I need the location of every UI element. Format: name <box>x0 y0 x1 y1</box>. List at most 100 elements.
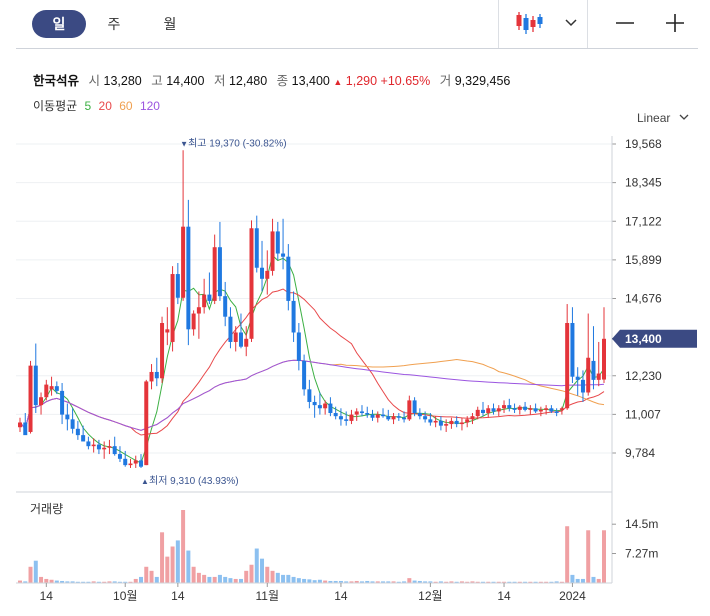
candle-down <box>275 231 280 254</box>
candle-up <box>170 274 175 342</box>
volume-bar <box>39 576 44 583</box>
candle-up <box>528 408 533 410</box>
candle-down <box>307 389 312 402</box>
candle-up <box>233 332 238 342</box>
candle-down <box>365 413 370 415</box>
candle-up <box>375 414 380 418</box>
candle-up <box>459 422 464 425</box>
price-tick-label: 18,345 <box>625 176 662 190</box>
candle-up <box>486 408 491 414</box>
candle-down <box>81 435 86 442</box>
candle-up <box>602 338 606 380</box>
price-tick-label: 14,676 <box>625 292 662 306</box>
candle-down <box>454 420 459 425</box>
volume-bar <box>570 574 575 583</box>
volume-bar <box>144 566 149 583</box>
price-tick-label: 9,784 <box>625 446 655 460</box>
candle-up <box>502 405 507 409</box>
candle-down <box>423 416 428 420</box>
candle-down <box>317 405 322 409</box>
volume-bar <box>596 578 601 583</box>
candle-down <box>286 256 291 301</box>
candle-up <box>323 403 328 409</box>
candle-down <box>281 253 286 257</box>
price-tick-label: 12,230 <box>625 369 662 383</box>
volume-bar <box>307 579 312 583</box>
candle-down <box>217 247 222 297</box>
candle-down <box>344 419 349 421</box>
volume-title: 거래량 <box>30 502 64 516</box>
volume-bar <box>302 578 307 583</box>
volume-bar <box>275 572 280 583</box>
candle-up <box>91 444 96 447</box>
volume-axis: 14.5m 7.27m <box>611 492 658 583</box>
candle-up <box>160 323 165 379</box>
volume-bar <box>223 576 228 583</box>
moving-average-lines <box>19 254 605 464</box>
candle-down <box>223 296 228 317</box>
candle-down <box>96 444 101 450</box>
volume-bar <box>580 578 585 583</box>
volume-bar <box>291 576 296 583</box>
candle-down <box>70 419 75 429</box>
candle-down <box>254 228 259 268</box>
date-tick-label: 14 <box>171 589 185 603</box>
candle-up <box>496 408 501 412</box>
volume-bar <box>286 574 291 583</box>
date-tick-label: 14 <box>334 589 348 603</box>
candle-down <box>491 408 496 412</box>
candle-up <box>102 447 107 450</box>
volume-bar <box>191 566 196 583</box>
volume-bar <box>296 578 301 583</box>
candle-down <box>438 420 443 426</box>
date-tick-label: 14 <box>40 589 54 603</box>
candle-down <box>60 390 65 415</box>
candle-up <box>107 446 112 448</box>
volume-bar <box>181 510 186 583</box>
volume-bar <box>133 578 138 583</box>
candle-up <box>49 386 54 390</box>
candle-up <box>596 373 601 380</box>
candle-down <box>228 316 233 342</box>
candle-down <box>312 401 317 406</box>
candle-down <box>549 408 554 412</box>
candle-down <box>386 416 391 420</box>
candle-up <box>249 228 254 339</box>
candle-down <box>112 446 117 455</box>
triangle-up-icon: ▲ <box>141 477 149 486</box>
price-axis: 19,568 18,345 17,122 15,899 14,676 12,230 11,0… <box>611 136 662 492</box>
candle-up <box>191 313 196 330</box>
volume-bar <box>202 574 207 583</box>
volume-bar <box>244 570 249 583</box>
candle-down <box>86 441 91 447</box>
volume-bar <box>281 574 286 583</box>
date-axis: 14 10월 14 11월 14 12월 14 2024 <box>16 582 612 603</box>
candle-down <box>338 416 343 420</box>
candle-up <box>544 408 549 410</box>
candle-up <box>202 294 207 308</box>
volume-bar <box>575 578 580 583</box>
volume-bar <box>565 526 570 583</box>
volume-bar <box>265 566 270 583</box>
volume-bar <box>139 576 144 583</box>
candle-down <box>412 400 417 414</box>
candle-down <box>291 300 296 333</box>
volume-bar <box>207 576 212 583</box>
date-tick-label: 10월 <box>113 589 137 603</box>
volume-bar <box>238 578 243 583</box>
price-grid <box>16 143 612 454</box>
candle-up <box>391 416 396 420</box>
volume-bar <box>186 550 191 583</box>
candle-down <box>580 379 585 393</box>
price-chart[interactable]: 19,568 18,345 17,122 15,899 14,676 12,230 11,0… <box>0 0 710 616</box>
date-tick-label: 14 <box>497 589 511 603</box>
candle-down <box>65 414 70 420</box>
volume-bar <box>154 576 159 583</box>
candle-down <box>428 419 433 423</box>
candle-up <box>517 406 522 410</box>
candle-up <box>165 329 170 333</box>
volume-bar <box>233 578 238 583</box>
candle-up <box>18 422 22 428</box>
volume-bar <box>217 574 222 583</box>
candle-down <box>328 403 333 414</box>
